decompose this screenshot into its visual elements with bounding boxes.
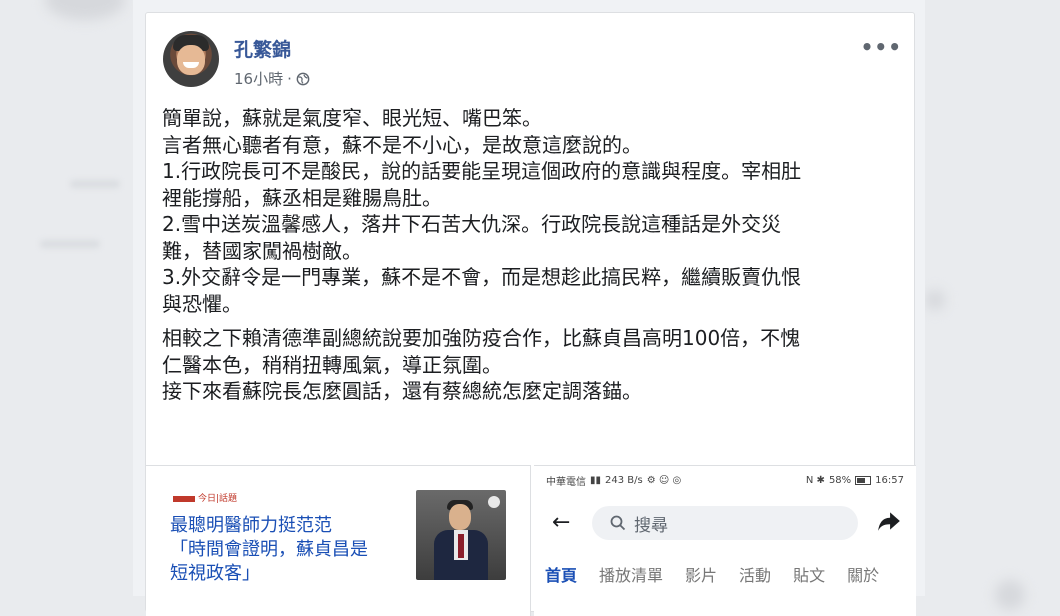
author-name[interactable]: 孔繁錦 bbox=[234, 35, 291, 62]
post-line: 3.外交辭令是一門專業，蘇不是不會，而是想趁此搞民粹，繼續販賣仇恨 bbox=[162, 265, 802, 289]
post-line: 2.雪中送炭溫馨感人，落井下石苦大仇深。行政院長說這種話是外交災 bbox=[162, 212, 782, 236]
phone-screenshot: 中華電信 ▮▮ 243 B/s ⚙ ☺ ◎ N ✱ 58% 16:57 ← 搜尋 bbox=[534, 465, 916, 616]
post-card: 孔繁錦 16小時 · ••• 簡單說，蘇就是氣度窄、眼光短、嘴巴笨。 言者無心聽… bbox=[145, 12, 916, 616]
avatar[interactable] bbox=[163, 31, 219, 87]
post-line: 裡能撐船，蘇丞相是雞腸鳥肚。 bbox=[162, 185, 442, 210]
link-title-line: 「時間會證明，蘇貞昌是 bbox=[170, 539, 368, 560]
tab-posts[interactable]: 貼文 bbox=[782, 562, 836, 594]
post-line: 相較之下賴清德準副總統說要加強防疫合作，比蘇貞昌高明100倍，不愧 bbox=[162, 326, 801, 350]
carrier-label: 中華電信 bbox=[546, 476, 586, 488]
battery-percent: 58% bbox=[828, 474, 852, 486]
background-blur bbox=[45, 0, 125, 20]
link-title-line: 最聰明醫師力挺范范 bbox=[170, 515, 332, 536]
meta-separator: · bbox=[287, 69, 292, 88]
clock: 16:57 bbox=[875, 474, 904, 486]
post-line: 接下來看蘇院長怎麼圓話，還有蔡總統怎麼定調落錨。 bbox=[162, 379, 642, 403]
battery-icon bbox=[855, 475, 872, 485]
tab-events[interactable]: 活動 bbox=[728, 562, 782, 594]
page-tabs: 首頁 播放清單 影片 活動 貼文 關於 bbox=[534, 562, 916, 594]
post-line: 1.行政院長可不是酸民，說的話要能呈現這個政府的意識與程度。宰相肚 bbox=[162, 159, 802, 183]
nfc-icon: N ✱ bbox=[805, 474, 825, 486]
tab-playlists[interactable]: 播放清單 bbox=[588, 562, 674, 594]
search-icon bbox=[610, 515, 626, 531]
post-time[interactable]: 16小時 bbox=[234, 68, 283, 89]
search-placeholder: 搜尋 bbox=[634, 515, 668, 536]
post-line: 簡單說，蘇就是氣度窄、眼光短、嘴巴笨。 bbox=[162, 106, 542, 130]
background-blur bbox=[995, 580, 1025, 610]
link-brand-label: 今日|話題 bbox=[198, 494, 238, 504]
link-title[interactable]: 最聰明醫師力挺范范 「時間會證明，蘇貞昌是 短視政客」 bbox=[170, 514, 402, 586]
background-blur bbox=[40, 240, 100, 248]
post-meta: 16小時 · bbox=[234, 68, 310, 89]
app-toolbar: ← 搜尋 bbox=[534, 502, 916, 544]
link-brand: 今日|話題 bbox=[173, 491, 237, 504]
tab-about[interactable]: 關於 bbox=[836, 562, 890, 594]
background-blur bbox=[70, 180, 120, 188]
shared-link-card[interactable]: 今日|話題 最聰明醫師力挺范范 「時間會證明，蘇貞昌是 短視政客」 bbox=[146, 465, 531, 616]
share-icon[interactable] bbox=[876, 508, 902, 534]
status-bar: 中華電信 ▮▮ 243 B/s ⚙ ☺ ◎ N ✱ 58% 16:57 bbox=[534, 466, 916, 494]
search-input[interactable]: 搜尋 bbox=[592, 506, 858, 540]
network-speed: 243 B/s bbox=[605, 474, 643, 486]
globe-icon bbox=[296, 72, 310, 85]
post-line: 仁醫本色，稍稍扭轉風氣，導正氛圍。 bbox=[162, 352, 502, 377]
link-title-line: 短視政客」 bbox=[170, 563, 260, 584]
post-line: 與恐懼。 bbox=[162, 291, 242, 316]
back-arrow-icon[interactable]: ← bbox=[552, 510, 570, 535]
tab-videos[interactable]: 影片 bbox=[674, 562, 728, 594]
post-line: 言者無心聽者有意，蘇不是不小心，是故意這麼說的。 bbox=[162, 132, 642, 157]
post-line: 難，替國家闖禍樹敵。 bbox=[162, 238, 362, 263]
link-thumbnail[interactable] bbox=[416, 490, 506, 580]
status-icons: ⚙ ☺ ◎ bbox=[646, 474, 682, 486]
more-options-button[interactable]: ••• bbox=[861, 35, 902, 59]
background-blur bbox=[925, 290, 945, 310]
tab-home[interactable]: 首頁 bbox=[534, 562, 588, 594]
signal-icon: ▮▮ bbox=[590, 474, 602, 486]
post-body: 簡單說，蘇就是氣度窄、眼光短、嘴巴笨。 言者無心聽者有意，蘇不是不小心，是故意這… bbox=[162, 105, 892, 405]
